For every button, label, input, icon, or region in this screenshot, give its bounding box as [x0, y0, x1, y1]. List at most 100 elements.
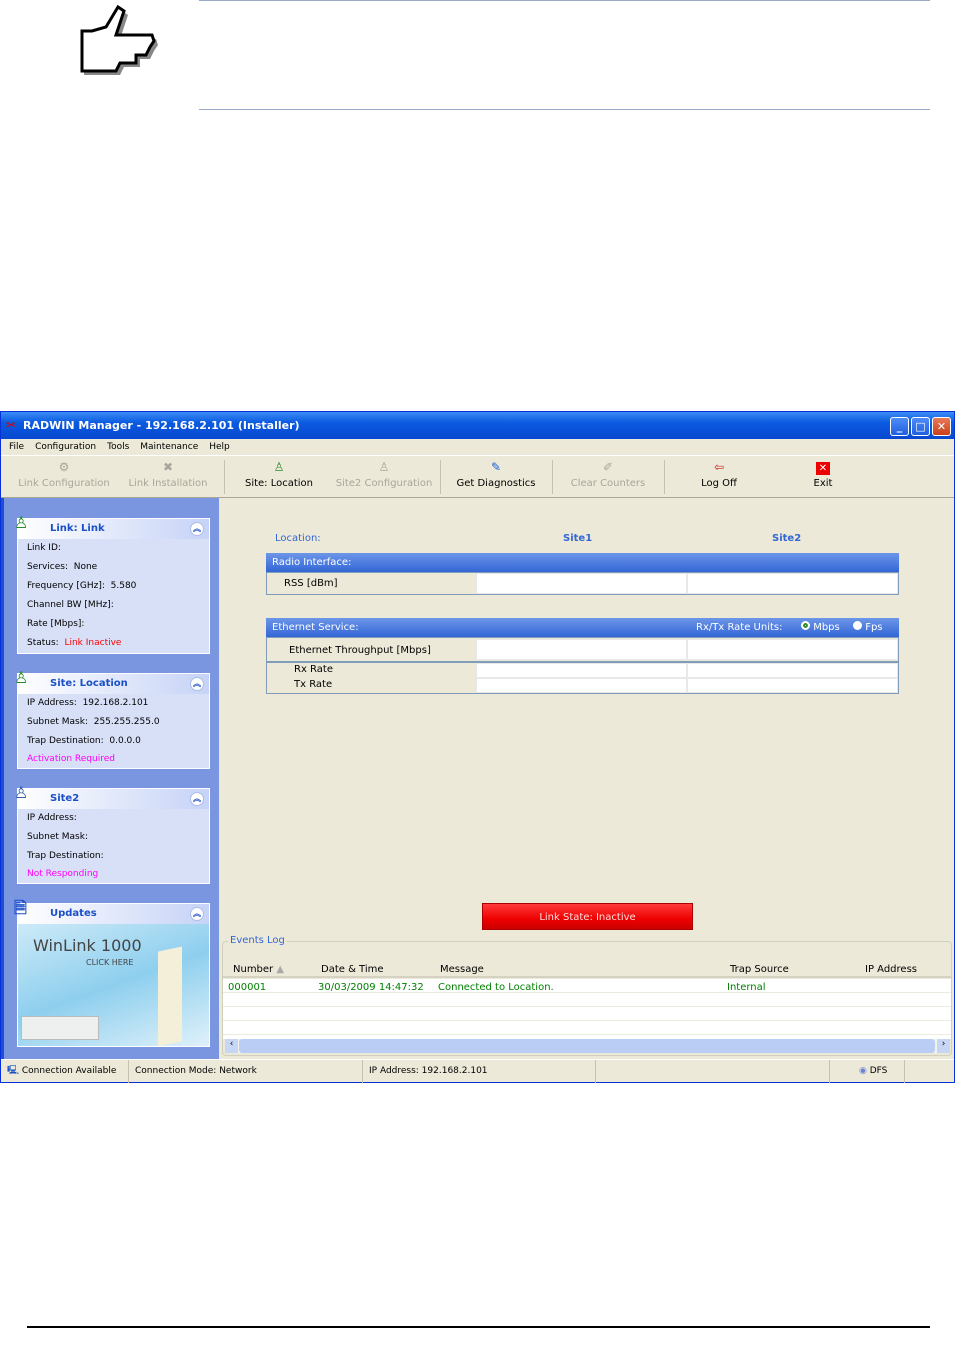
scroll-left-icon[interactable]: ‹: [225, 1039, 238, 1053]
ethernet-service-header: Ethernet Service: Rx/Tx Rate Units: Mbps…: [266, 618, 899, 637]
tower-icon: ♙: [14, 513, 29, 532]
minimize-button[interactable]: _: [890, 417, 909, 436]
radio-unselected-icon: [853, 621, 862, 630]
menu-help[interactable]: Help: [209, 442, 230, 452]
dfs-status: ◉ DFS: [853, 1060, 905, 1083]
collapse-icon[interactable]: ︽: [190, 522, 204, 536]
rss-site2: [687, 573, 898, 594]
horizontal-scrollbar[interactable]: ‹ ›: [225, 1039, 950, 1053]
panel-header: ♙ Site2 ︽: [14, 783, 209, 809]
column-ip-address[interactable]: IP Address: [865, 964, 917, 975]
rx-site2: [687, 663, 898, 678]
exit-icon: ✕: [801, 460, 845, 478]
menu-maintenance[interactable]: Maintenance: [140, 442, 198, 452]
ip-row: IP Address: 192.168.2.101: [27, 698, 149, 708]
pointing-hand-icon: [80, 4, 160, 78]
event-message: Connected to Location.: [438, 982, 554, 993]
column-trap-source[interactable]: Trap Source: [730, 964, 789, 975]
link-state-indicator: Link State: Inactive: [482, 903, 693, 930]
menu-tools[interactable]: Tools: [107, 442, 129, 452]
toolbar: ⚙ Link Configuration ✖ Link Installation ♙…: [1, 456, 954, 498]
toolbar-separator: [664, 460, 665, 494]
event-trap-source: Internal: [727, 982, 766, 993]
close-button[interactable]: ✕: [932, 417, 951, 436]
site2-status: Not Responding: [27, 869, 99, 879]
connection-mode: Connection Mode: Network: [129, 1060, 363, 1083]
link-installation-button[interactable]: ✖ Link Installation: [125, 456, 211, 498]
get-diagnostics-button[interactable]: ✎ Get Diagnostics: [452, 456, 540, 498]
document-globe-icon: 🗎: [14, 898, 27, 917]
fps-radio[interactable]: Fps: [853, 618, 883, 637]
menu-bar: File Configuration Tools Maintenance Hel…: [1, 439, 954, 456]
diagnostics-icon: ✎: [490, 460, 502, 474]
device-image: [21, 1016, 99, 1040]
sidebar: ♙ Link: Link ︽ Link ID: Services: None Fre…: [1, 498, 219, 1059]
event-number: 000001: [228, 982, 267, 993]
collapse-icon[interactable]: ︽: [190, 907, 204, 921]
column-number[interactable]: Number ▲: [233, 964, 284, 975]
menu-file[interactable]: File: [9, 442, 24, 452]
antenna-image: [158, 946, 182, 1047]
rate-row: Rate [Mbps]:: [27, 619, 85, 629]
note-top-rule: [199, 0, 930, 1]
throughput-site2: [687, 639, 898, 660]
connection-status: 🖳 Connection Available: [1, 1060, 129, 1083]
exit-button[interactable]: ✕ Exit: [801, 456, 845, 498]
menu-configuration[interactable]: Configuration: [35, 442, 96, 452]
mbps-radio[interactable]: Mbps: [801, 618, 840, 637]
radwin-manager-window: ✂ RADWIN Manager - 192.168.2.101 (Instal…: [0, 411, 955, 1083]
events-log: Events Log Number ▲ Date & Time Message …: [222, 935, 952, 1056]
site1-header: Site1: [563, 533, 593, 544]
log-off-icon: ⇦: [713, 460, 725, 474]
link-panel: ♙ Link: Link ︽ Link ID: Services: None Fre…: [14, 513, 210, 654]
panel-header: ♙ Link: Link ︽: [14, 513, 209, 539]
updates-panel: 🗎 Updates ︽ WinLink 1000 CLICK HERE: [14, 898, 210, 1047]
footer-rule: [27, 1326, 930, 1328]
column-date-time[interactable]: Date & Time: [321, 964, 384, 975]
tx-site1: [476, 678, 687, 693]
trap-row: Trap Destination:: [27, 851, 104, 861]
antenna-icon: ♙: [378, 460, 390, 474]
subnet-row: Subnet Mask:: [27, 832, 88, 842]
note-bottom-rule: [199, 109, 930, 110]
collapse-icon[interactable]: ︽: [190, 677, 204, 691]
gear-icon: ⚙: [58, 460, 70, 474]
log-off-button[interactable]: ⇦ Log Off: [691, 456, 747, 498]
status-row: Status: Link Inactive: [27, 638, 122, 648]
maximize-button[interactable]: □: [911, 417, 930, 436]
winlink-banner[interactable]: WinLink 1000 CLICK HERE: [18, 924, 209, 1047]
antenna-icon: ♙: [273, 460, 285, 474]
subnet-row: Subnet Mask: 255.255.255.0: [27, 717, 160, 727]
frequency-row: Frequency [GHz]: 5.580: [27, 581, 137, 591]
toolbar-separator: [224, 460, 225, 494]
site-location-panel: ♙ Site: Location ︽ IP Address: 192.168.2.1…: [14, 668, 210, 769]
rx-site1: [476, 663, 687, 678]
site2-panel: ♙ Site2 ︽ IP Address: Subnet Mask: Trap De…: [14, 783, 210, 884]
site-location-button[interactable]: ♙ Site: Location: [239, 456, 319, 498]
channel-bw-row: Channel BW [MHz]:: [27, 600, 114, 610]
panel-header: 🗎 Updates ︽: [14, 898, 209, 924]
title-bar: ✂ RADWIN Manager - 192.168.2.101 (Instal…: [1, 412, 954, 439]
main-panel: Location: Site1 Site2 Radio Interface: R…: [219, 498, 954, 1059]
link-id-row: Link ID:: [27, 543, 61, 553]
scroll-right-icon[interactable]: ›: [937, 1039, 950, 1053]
site2-header: Site2: [772, 533, 802, 544]
eraser-icon: ✐: [602, 460, 614, 474]
scrollbar-thumb[interactable]: [239, 1039, 935, 1053]
ip-address-status: IP Address: 192.168.2.101: [363, 1060, 596, 1083]
panel-header: ♙ Site: Location ︽: [14, 668, 209, 694]
toolbar-separator: [552, 460, 553, 494]
site2-configuration-button[interactable]: ♙ Site2 Configuration: [332, 456, 436, 498]
services-row: Services: None: [27, 562, 98, 572]
ip-row: IP Address:: [27, 813, 77, 823]
column-message[interactable]: Message: [440, 964, 484, 975]
sort-ascending-icon: ▲: [276, 964, 285, 975]
dfs-icon: ◉: [859, 1066, 867, 1076]
clear-counters-button[interactable]: ✐ Clear Counters: [564, 456, 652, 498]
tower-icon: ♙: [14, 783, 29, 802]
radio-interface-header: Radio Interface:: [266, 553, 899, 572]
collapse-icon[interactable]: ︽: [190, 792, 204, 806]
link-configuration-button[interactable]: ⚙ Link Configuration: [15, 456, 113, 498]
radio-table: RSS [dBm]: [266, 572, 899, 595]
toolbar-separator: [440, 460, 441, 494]
